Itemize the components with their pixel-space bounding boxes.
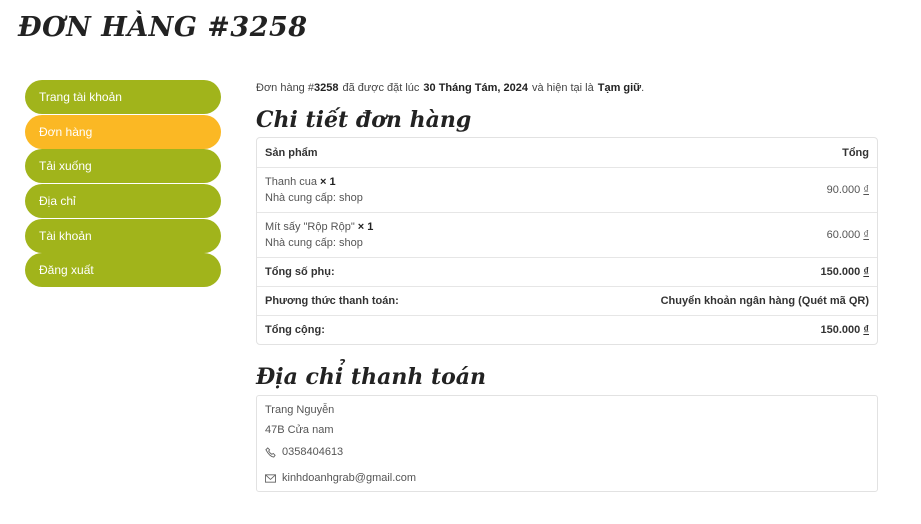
intro-mid2: và hiện tại là [531, 82, 594, 94]
billing-street: 47B Cửa nam [265, 424, 334, 436]
currency-symbol: ₫ [863, 229, 869, 241]
column-total: Tổng [842, 146, 869, 159]
product-name[interactable]: Thanh cua [265, 176, 317, 188]
currency-symbol: ₫ [863, 324, 869, 336]
order-total-row: Tổng cộng: 150.000 ₫ [257, 315, 877, 344]
account-navigation: Trang tài khoản Đơn hàng Tải xuống Địa c… [25, 80, 221, 288]
intro-suffix: . [641, 82, 645, 94]
table-row: Thanh cua × 1 Nhà cung cấp: shop 90.000 … [257, 167, 877, 212]
nav-item-orders[interactable]: Đơn hàng [25, 114, 221, 149]
order-details-title: Chi tiết đơn hàng [256, 107, 472, 133]
order-status: Tạm giữ [597, 82, 642, 94]
product-qty: × 1 [320, 176, 336, 188]
product-amount: 90.000 [826, 184, 861, 196]
billing-address: Trang Nguyễn 47B Cửa nam 0358404613 kinh… [256, 395, 878, 492]
order-number: 3258 [313, 82, 339, 94]
billing-email-line: kinhdoanhgrab@gmail.com [265, 468, 869, 488]
product-name[interactable]: Mít sấy "Rộp Rộp" [265, 221, 355, 233]
intro-prefix: Đơn hàng # [256, 82, 314, 94]
payment-method-label: Phương thức thanh toán: [265, 295, 399, 307]
currency-symbol: ₫ [863, 184, 869, 196]
subtotal-amount: 150.000 [820, 266, 861, 278]
order-details-table: Sản phẩm Tổng Thanh cua × 1 Nhà cung cấp… [256, 137, 878, 345]
payment-method-value: Chuyển khoản ngân hàng (Quét mã QR) [660, 295, 869, 307]
phone-icon [265, 446, 276, 458]
table-row: Mít sấy "Rộp Rộp" × 1 Nhà cung cấp: shop… [257, 212, 877, 257]
subtotal-label: Tổng số phụ: [265, 266, 335, 278]
billing-email[interactable]: kinhdoanhgrab@gmail.com [282, 470, 416, 487]
order-total-amount: 150.000 [820, 324, 861, 336]
table-header: Sản phẩm Tổng [257, 138, 877, 167]
nav-item-logout[interactable]: Đăng xuất [25, 253, 221, 288]
product-vendor: Nhà cung cấp: shop [265, 237, 363, 249]
product-amount: 60.000 [826, 229, 861, 241]
billing-address-title: Địa chỉ thanh toán [256, 364, 487, 390]
nav-item-dashboard[interactable]: Trang tài khoản [25, 80, 221, 114]
page-title: ĐƠN HÀNG #3258 [18, 12, 308, 43]
order-total-label: Tổng cộng: [265, 324, 325, 336]
nav-item-downloads[interactable]: Tải xuống [25, 149, 221, 184]
billing-name: Trang Nguyễn [265, 404, 335, 416]
subtotal-row: Tổng số phụ: 150.000 ₫ [257, 257, 877, 286]
column-product: Sản phẩm [265, 146, 318, 159]
billing-phone[interactable]: 0358404613 [282, 444, 343, 461]
currency-symbol: ₫ [863, 266, 869, 278]
product-vendor: Nhà cung cấp: shop [265, 192, 363, 204]
nav-item-addresses[interactable]: Địa chỉ [25, 184, 221, 219]
intro-mid: đã được đặt lúc [342, 82, 420, 94]
payment-method-row: Phương thức thanh toán: Chuyển khoản ngâ… [257, 286, 877, 315]
order-date: 30 Tháng Tám, 2024 [423, 82, 528, 94]
order-summary-text: Đơn hàng #3258 đã được đặt lúc 30 Tháng Tá… [256, 78, 878, 98]
billing-phone-line: 0358404613 [265, 442, 869, 462]
product-qty: × 1 [357, 221, 374, 233]
envelope-icon [265, 473, 276, 483]
nav-item-account-details[interactable]: Tài khoản [25, 218, 221, 253]
main-content: Đơn hàng #3258 đã được đặt lúc 30 Tháng Tá… [256, 78, 878, 492]
